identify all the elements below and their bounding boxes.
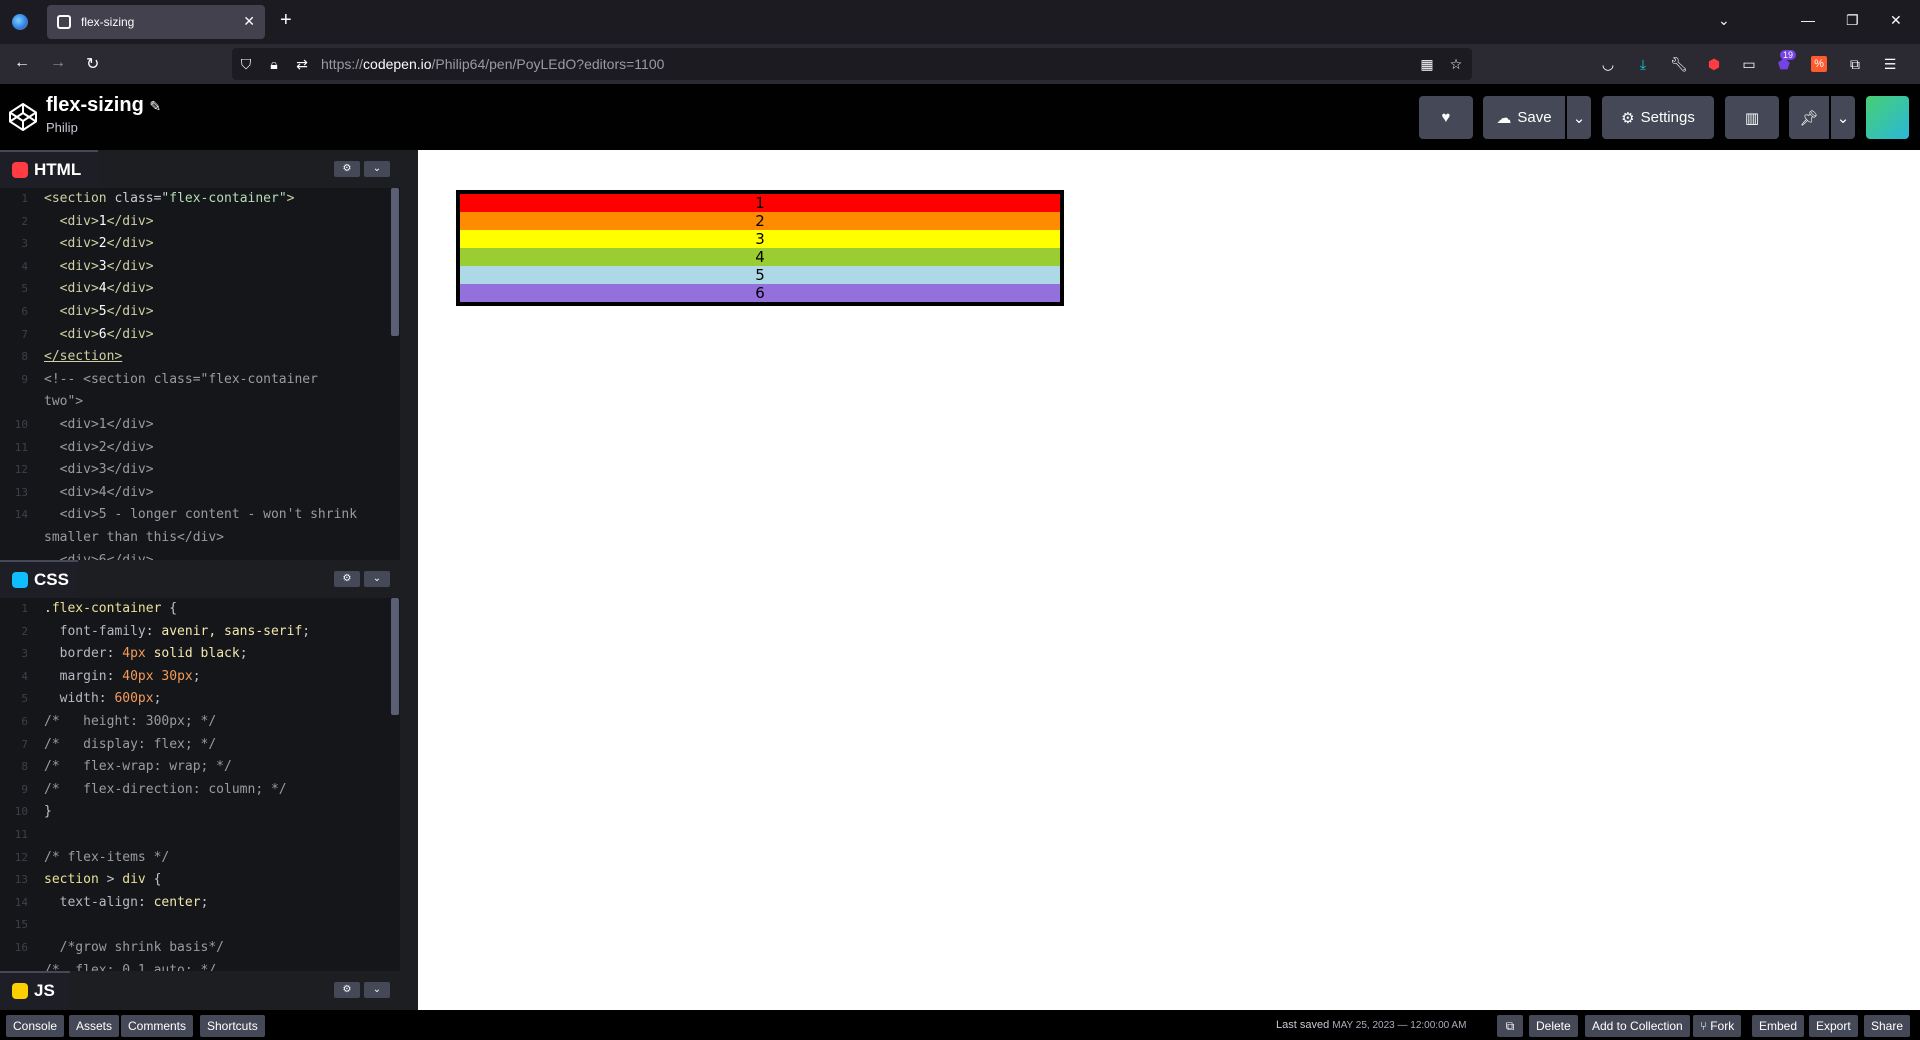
css-scrollbar[interactable] bbox=[391, 598, 399, 715]
forward-icon[interactable]: → bbox=[50, 54, 66, 72]
browser-tab-bar: flex-sizing ✕ + ⌄ — ❐ ✕ bbox=[0, 0, 1920, 44]
codepen-logo-icon[interactable] bbox=[8, 102, 38, 132]
pocket-icon[interactable]: ◡ bbox=[1600, 56, 1616, 72]
embed-button[interactable]: Embed bbox=[1752, 1015, 1805, 1037]
add-to-collection-button[interactable]: Add to Collection bbox=[1585, 1015, 1690, 1037]
pen-owner[interactable]: Philip bbox=[46, 120, 78, 135]
extensions-puzzle-icon[interactable]: ⧉ bbox=[1847, 56, 1863, 72]
layout-icon: ▥ bbox=[1744, 109, 1760, 127]
browser-tab[interactable]: flex-sizing ✕ bbox=[47, 5, 265, 39]
flex-item: 3 bbox=[460, 230, 1060, 248]
pin-button[interactable]: 📌︎ bbox=[1789, 96, 1829, 139]
minimize-icon[interactable]: — bbox=[1801, 12, 1815, 28]
js-editor-header: JS ⚙ ⌄ bbox=[0, 971, 400, 1009]
open-external-button[interactable]: ⧉ bbox=[1497, 1015, 1523, 1037]
css-code-area[interactable]: 1 .flex-container { 2 font-family: avenir… bbox=[0, 598, 400, 971]
save-button[interactable]: ☁ Save bbox=[1483, 96, 1565, 139]
fork-icon: ⑂ bbox=[1700, 1019, 1708, 1033]
avatar[interactable] bbox=[1866, 96, 1909, 139]
save-dropdown-button[interactable]: ⌄ bbox=[1567, 96, 1591, 139]
cloud-icon: ☁ bbox=[1496, 109, 1512, 127]
settings-button[interactable]: ⚙ Settings bbox=[1602, 96, 1714, 139]
html-editor-tab[interactable]: HTML bbox=[0, 150, 98, 188]
shield-icon[interactable]: ⛉ bbox=[238, 56, 254, 72]
fork-button[interactable]: ⑂ Fork bbox=[1693, 1015, 1742, 1037]
assets-button[interactable]: Assets bbox=[69, 1015, 120, 1037]
pin-icon: 📌︎ bbox=[1799, 109, 1819, 127]
edit-pencil-icon[interactable]: ✎ bbox=[149, 98, 161, 114]
qr-code-icon[interactable]: ▦ bbox=[1419, 56, 1435, 72]
firefox-logo-icon[interactable] bbox=[12, 14, 28, 30]
js-collapse-chevron-icon[interactable]: ⌄ bbox=[364, 982, 390, 998]
html-settings-gear-icon[interactable]: ⚙ bbox=[334, 161, 360, 177]
restore-icon[interactable]: ❐ bbox=[1846, 12, 1859, 29]
shortcuts-button[interactable]: Shortcuts bbox=[200, 1015, 265, 1037]
flex-item: 6 bbox=[460, 284, 1060, 302]
codepen-favicon-icon bbox=[57, 15, 71, 29]
chevron-down-icon: ⌄ bbox=[1572, 109, 1586, 127]
app-menu-icon[interactable]: ☰ bbox=[1882, 56, 1898, 72]
reader-icon[interactable]: ▭ bbox=[1741, 56, 1757, 72]
flex-item: 1 bbox=[460, 194, 1060, 212]
css-settings-gear-icon[interactable]: ⚙ bbox=[334, 571, 360, 587]
change-view-button[interactable]: ▥ bbox=[1725, 96, 1779, 139]
chevron-down-icon: ⌄ bbox=[1836, 109, 1850, 127]
share-button[interactable]: Share bbox=[1864, 1015, 1911, 1037]
flex-container-preview: 123456 bbox=[456, 190, 1064, 306]
heart-icon: ♥ bbox=[1441, 109, 1451, 126]
editors-panel: HTML ⚙ ⌄ 1 <section class="flex-container… bbox=[0, 150, 400, 1010]
gear-icon: ⚙ bbox=[1621, 109, 1635, 127]
browser-tab-title: flex-sizing bbox=[81, 15, 135, 29]
downloads-icon[interactable]: ⤓ bbox=[1635, 56, 1651, 72]
html-icon bbox=[12, 162, 28, 178]
comments-button[interactable]: Comments bbox=[121, 1015, 194, 1037]
export-button[interactable]: Export bbox=[1809, 1015, 1858, 1037]
love-button[interactable]: ♥ bbox=[1419, 96, 1473, 139]
tab-list-chevron-icon[interactable]: ⌄ bbox=[1718, 12, 1730, 29]
flex-item: 5 bbox=[460, 266, 1060, 284]
lock-icon[interactable]: 🔒︎ bbox=[266, 56, 282, 72]
js-editor-tab[interactable]: JS bbox=[0, 971, 70, 1009]
external-link-icon: ⧉ bbox=[1505, 1018, 1515, 1033]
pin-dropdown-button[interactable]: ⌄ bbox=[1831, 96, 1855, 139]
flex-item: 2 bbox=[460, 212, 1060, 230]
permissions-icon[interactable]: ⇄ bbox=[294, 56, 310, 72]
css-icon bbox=[12, 572, 28, 588]
html-scrollbar[interactable] bbox=[391, 188, 399, 336]
resize-gutter[interactable] bbox=[400, 150, 418, 1010]
reload-icon[interactable]: ↻ bbox=[86, 54, 99, 74]
extension-percent-icon[interactable]: % bbox=[1811, 56, 1827, 72]
wrench-icon[interactable]: 🔧︎ bbox=[1670, 56, 1688, 72]
console-button[interactable]: Console bbox=[6, 1015, 65, 1037]
close-tab-icon[interactable]: ✕ bbox=[243, 13, 255, 30]
flex-item: 4 bbox=[460, 248, 1060, 266]
css-editor-tab[interactable]: CSS bbox=[0, 560, 78, 598]
js-settings-gear-icon[interactable]: ⚙ bbox=[334, 982, 360, 998]
css-editor-header: CSS ⚙ ⌄ bbox=[0, 560, 400, 598]
ublock-icon[interactable]: ⬢ bbox=[1706, 56, 1722, 72]
bookmark-star-icon[interactable]: ☆ bbox=[1448, 56, 1464, 72]
css-collapse-chevron-icon[interactable]: ⌄ bbox=[364, 571, 390, 587]
delete-button[interactable]: Delete bbox=[1529, 1015, 1578, 1037]
new-tab-icon[interactable]: + bbox=[280, 10, 292, 30]
last-saved-text: Last saved MAY 25, 2023 — 12:00:00 AM bbox=[1276, 1019, 1467, 1031]
html-editor-header: HTML ⚙ ⌄ bbox=[0, 150, 400, 188]
close-window-icon[interactable]: ✕ bbox=[1890, 12, 1902, 29]
url-text[interactable]: https://codepen.io/Philip64/pen/PoyLEdO?… bbox=[321, 56, 664, 72]
html-collapse-chevron-icon[interactable]: ⌄ bbox=[364, 161, 390, 177]
extension-badge-count: 19 bbox=[1780, 50, 1797, 60]
back-icon[interactable]: ← bbox=[14, 54, 30, 72]
pen-title[interactable]: flex-sizing ✎ bbox=[46, 94, 161, 117]
html-code-area[interactable]: 1 <section class="flex-container"> 2 <div… bbox=[0, 188, 400, 560]
js-icon bbox=[12, 983, 28, 999]
